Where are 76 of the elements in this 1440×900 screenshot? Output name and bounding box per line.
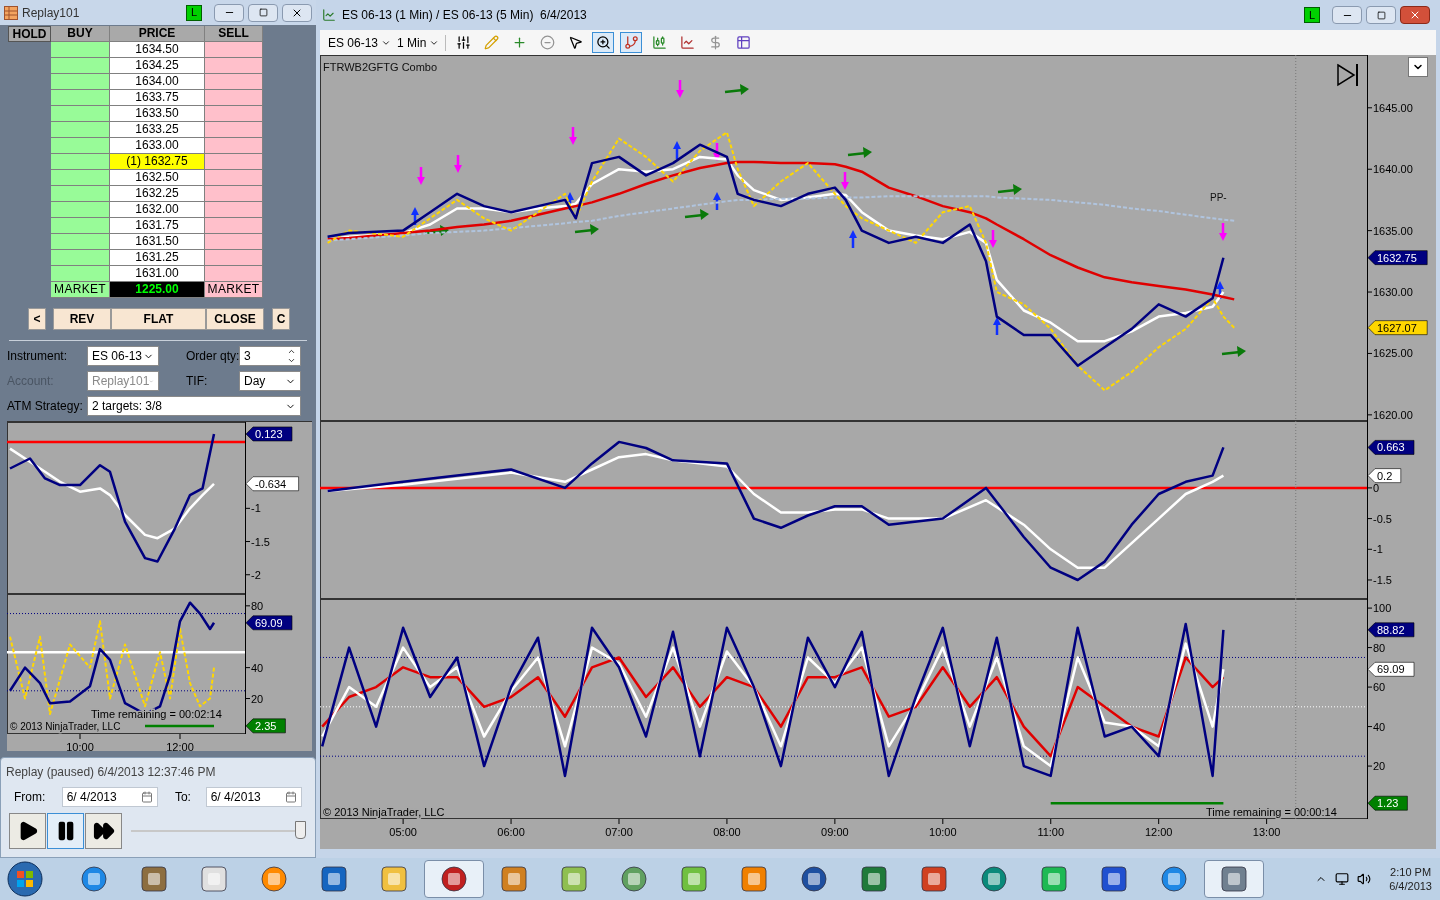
axis-label: -2 [251,568,261,581]
connection-badge: L [1304,7,1320,23]
value-tag: 0.123 [245,426,293,442]
price-cell: 1633.50 [110,106,205,122]
value-tag: 69.09 [1367,662,1415,677]
field-label: Order qty: [186,348,239,365]
axis-label: -1 [251,502,261,515]
replay-title: Replay (paused) 6/4/2013 12:37:46 PM [5,764,217,781]
price-cell: 1634.25 [110,58,205,74]
axis-label: 80 [1373,641,1386,654]
copyright-text: © 2013 NinjaTrader, LLC [10,721,121,732]
value-tag: 1.23 [1367,795,1408,811]
panel-label: FTRWB2GFTG Combo [323,61,438,73]
copyright-text: © 2013 NinjaTrader, LLC [323,806,445,818]
axis-label: 100 [1373,602,1392,615]
axis-label: 60 [1373,681,1386,694]
axis-label: 1630.00 [1373,286,1413,299]
axis-label: -1.5 [1373,573,1392,586]
price-cell: 1633.25 [110,122,205,138]
price-cell: 1631.50 [110,234,205,250]
price-cell: 1634.00 [110,74,205,90]
price-cell: 1633.00 [110,138,205,154]
axis-label: 20 [1373,760,1386,773]
window-title: ES 06-13 (1 Min) / ES 06-13 (5 Min) 6/4/2013 [342,7,587,24]
axis-label: 1625.00 [1373,347,1413,360]
price-cell: 1631.25 [110,250,205,266]
value-tag: 2.35 [245,718,286,734]
axis-label: 09:00 [821,826,849,838]
field-label: Instrument: [7,348,69,365]
value-tag: 1627.07 [1367,320,1428,335]
axis-label: 12:00 [166,741,194,751]
axis-label: 1640.00 [1373,163,1413,176]
last-price-cell: 1225.00 [110,282,205,298]
field-label: ATM Strategy: [7,398,84,415]
price-cell: 1634.50 [110,42,205,58]
time-remaining-text: Time remaining = 00:00:14 [1206,806,1337,818]
price-cell: 1632.50 [110,170,205,186]
value-tag: 0.2 [1367,468,1402,483]
axis-label: -1 [1373,543,1383,556]
price-cell: (1) 1632.75 [110,154,205,170]
axis-label: -1.5 [251,535,270,548]
axis-label: -0.5 [1373,512,1392,525]
value-tag: 1632.75 [1367,250,1428,265]
field-label: To: [174,789,192,806]
axis-label: 0 [1373,481,1380,494]
price-cell: 1632.25 [110,186,205,202]
axis-label: 40 [1373,720,1386,733]
axis-label: 10:00 [66,741,94,751]
axis-label: 10:00 [929,826,957,838]
price-cell: 1631.00 [110,266,205,282]
axis-label: 06:00 [497,826,525,838]
pivot-label: PP- [1210,192,1227,203]
axis-label: 20 [251,692,264,705]
price-cell: 1632.00 [110,202,205,218]
price-cell: 1631.75 [110,218,205,234]
axis-label: 13:00 [1252,826,1281,838]
axis-label: 12:00 [1144,826,1173,838]
window-title: Replay101 [22,4,80,22]
field-label: TIF: [186,373,209,390]
field-label: From: [14,789,47,806]
axis-label: 80 [251,599,264,612]
value-tag: -0.634 [245,476,299,492]
price-cell: 1633.75 [110,90,205,106]
time-remaining-text: Time remaining = 00:02:14 [91,708,222,720]
axis-label: 05:00 [389,826,417,838]
value-tag: 69.09 [245,615,293,631]
axis-label: 1620.00 [1373,408,1413,421]
value-tag: 0.663 [1367,440,1415,455]
axis-label: 11:00 [1037,826,1065,838]
connection-badge: L [186,4,202,21]
axis-label: 07:00 [605,826,633,838]
axis-label: 08:00 [713,826,741,838]
axis-label: 1635.00 [1373,224,1413,237]
axis-label: 40 [251,661,264,674]
value-tag: 88.82 [1367,622,1415,638]
axis-label: 1645.00 [1373,101,1413,114]
